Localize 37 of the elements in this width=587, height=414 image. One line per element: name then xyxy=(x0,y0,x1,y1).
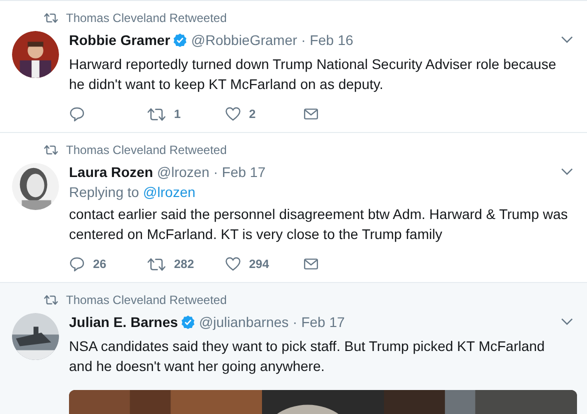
heart-icon[interactable] xyxy=(225,256,241,272)
action-count: 294 xyxy=(249,257,270,271)
tweet-date[interactable]: · Feb 16 xyxy=(301,32,354,48)
envelope-icon[interactable] xyxy=(303,256,319,272)
reply-icon[interactable] xyxy=(69,256,85,272)
author-handle[interactable]: @RobbieGramer xyxy=(191,32,298,48)
tweet-date[interactable]: · Feb 17 xyxy=(213,164,266,180)
action-count: 1 xyxy=(174,107,181,121)
retweet-icon xyxy=(44,13,58,23)
tweet-card[interactable]: Thomas Cleveland Retweeted Julian E. Barnes @julianbarnes · Feb 17 NSA candidates said they want to pick staff. But Trump picked KT McFarland and he doesn't want her going anywhere. xyxy=(0,282,587,414)
tweet-text: contact earlier said the personnel disagreement btw Adm. Harward & Trump was centered on McFarland. KT is very close to the Trump family xyxy=(69,205,569,244)
heart-icon[interactable] xyxy=(225,106,241,122)
action-count: 26 xyxy=(93,257,106,271)
tweet-text: Harward reportedly turned down Trump National Security Adviser role because he didn't want to keep KT McFarland on as deputy. xyxy=(69,55,558,94)
tweet-date[interactable]: · Feb 17 xyxy=(292,314,345,330)
retweet-icon xyxy=(44,295,58,305)
envelope-icon[interactable] xyxy=(303,106,319,122)
retweet-icon[interactable] xyxy=(147,256,166,272)
action-count: 2 xyxy=(249,107,256,121)
retweeted-by-label[interactable]: Thomas Cleveland Retweeted xyxy=(66,143,227,157)
action-count: 282 xyxy=(174,257,194,271)
chevron-down-icon[interactable] xyxy=(561,168,573,175)
author-handle[interactable]: @julianbarnes xyxy=(198,314,289,330)
retweeted-by-label[interactable]: Thomas Cleveland Retweeted xyxy=(66,293,227,307)
reply-handle-link[interactable]: @lrozen xyxy=(143,184,196,200)
author-handle[interactable]: @lrozen xyxy=(157,164,210,180)
author-name[interactable]: Laura Rozen xyxy=(69,164,154,180)
retweet-icon xyxy=(44,145,58,155)
retweeted-by-label[interactable]: Thomas Cleveland Retweeted xyxy=(66,11,227,25)
author-name[interactable]: Julian E. Barnes xyxy=(69,314,178,330)
chevron-down-icon[interactable] xyxy=(561,36,573,43)
reply-icon[interactable] xyxy=(69,106,85,122)
retweet-icon[interactable] xyxy=(147,106,166,122)
replying-label: Replying to xyxy=(69,184,140,200)
tweet-text: NSA candidates said they want to pick staff. But Trump picked KT McFarland and he doesn't want her going anywhere. xyxy=(69,337,546,376)
chevron-down-icon[interactable] xyxy=(561,318,573,325)
author-name[interactable]: Robbie Gramer xyxy=(69,32,170,48)
